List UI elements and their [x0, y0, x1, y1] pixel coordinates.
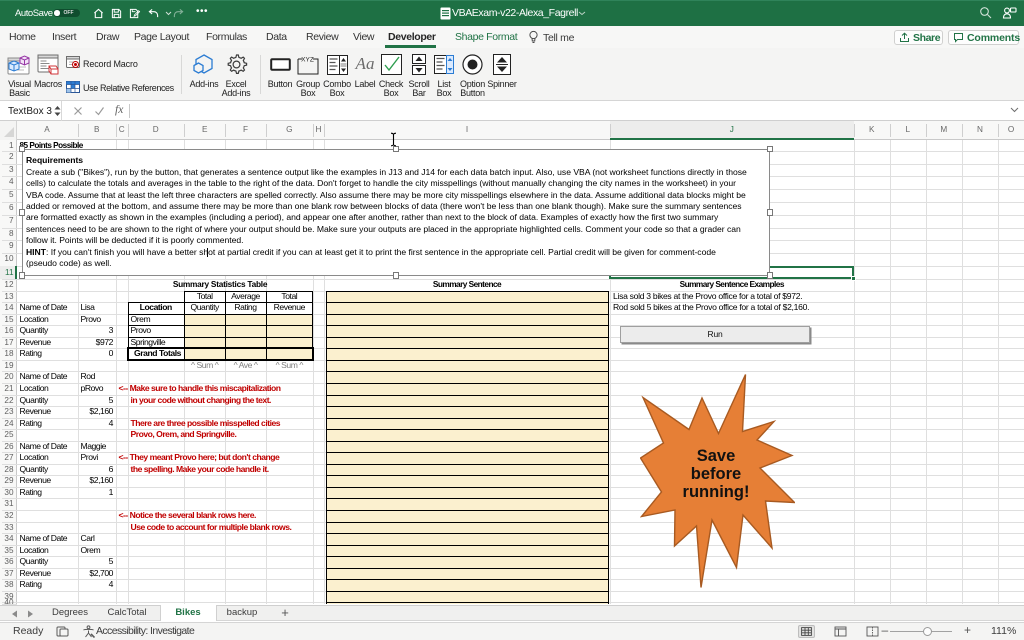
svg-text:XYZ: XYZ [301, 57, 314, 64]
